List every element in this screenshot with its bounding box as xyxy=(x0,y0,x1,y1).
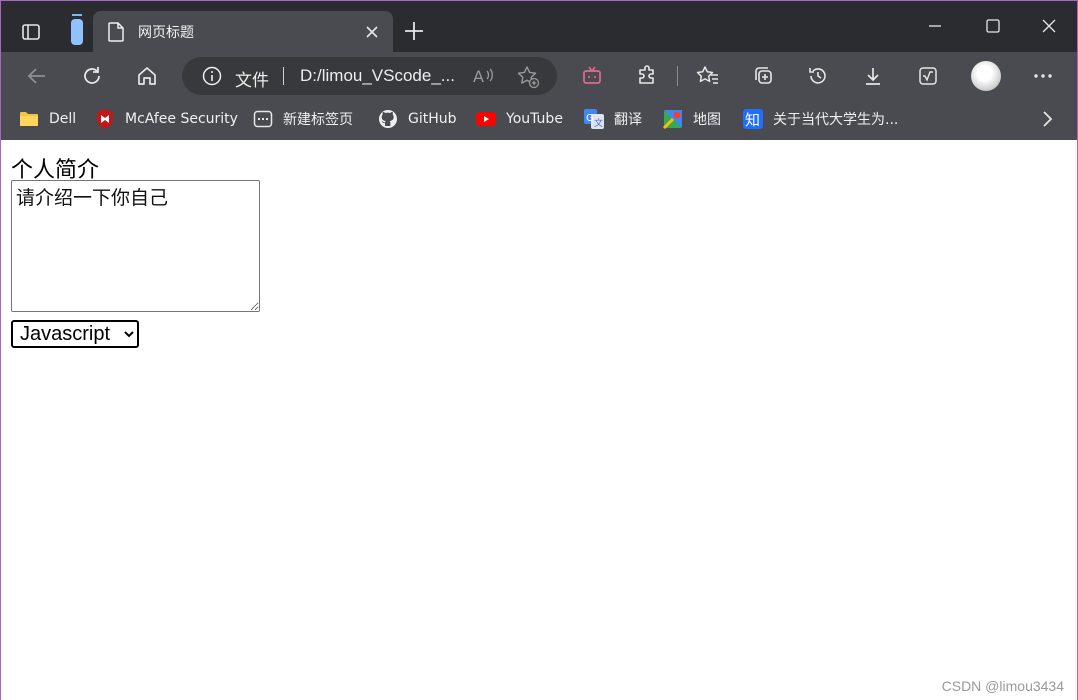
bookmark-dell[interactable]: Dell xyxy=(19,108,76,130)
bookmark-label: GitHub xyxy=(408,111,457,127)
folder-icon xyxy=(19,109,39,129)
language-select[interactable]: Javascript xyxy=(11,320,139,348)
read-aloud-icon[interactable]: A xyxy=(472,65,494,87)
bookmark-label: Dell xyxy=(49,111,77,127)
svg-text:文: 文 xyxy=(594,117,603,129)
mcafee-icon xyxy=(95,109,115,129)
tab-title: 网页标题 xyxy=(138,25,194,41)
bookmark-github[interactable]: GitHub xyxy=(378,108,457,130)
zhihu-icon: 知 xyxy=(743,109,763,129)
title-bar: 网页标题 xyxy=(1,1,1077,52)
bookmarks-bar: Dell McAfee Security 新建标签页 GitHub YouTub… xyxy=(1,98,1077,140)
browser-toolbar: 文件 D:/limou_VScode_... A xyxy=(1,52,1077,98)
tab-actions-menu-icon[interactable] xyxy=(15,16,47,48)
address-divider xyxy=(283,67,284,85)
history-icon[interactable] xyxy=(803,61,833,91)
new-tab-icon[interactable] xyxy=(401,18,427,44)
close-tab-icon[interactable] xyxy=(363,23,381,41)
bookmark-new-tab-page[interactable]: 新建标签页 xyxy=(253,108,353,130)
bookmark-label: 地图 xyxy=(693,112,721,128)
watermark: CSDN @limou3434 xyxy=(941,678,1064,694)
back-icon[interactable] xyxy=(22,61,52,91)
page-content: 个人简介 Javascript CSDN @limou3434 xyxy=(1,140,1077,700)
extensions-icon[interactable] xyxy=(632,61,662,91)
github-icon xyxy=(378,109,398,129)
active-tab[interactable]: 网页标题 xyxy=(93,11,393,52)
bookmark-label: YouTube xyxy=(506,111,563,127)
math-solver-icon[interactable] xyxy=(913,61,943,91)
page-icon xyxy=(107,22,125,42)
bookmark-label: 关于当代大学生为... xyxy=(773,112,899,128)
new-tab-page-icon xyxy=(253,109,273,129)
add-favorite-icon[interactable] xyxy=(516,65,540,89)
bookmark-translate[interactable]: G文 翻译 xyxy=(584,108,642,130)
svg-text:知: 知 xyxy=(745,111,760,129)
chevron-right-icon[interactable] xyxy=(1037,107,1057,131)
url-text[interactable]: D:/limou_VScode_... xyxy=(300,66,455,86)
refresh-icon[interactable] xyxy=(77,61,107,91)
translate-icon: G文 xyxy=(584,109,604,129)
bookmark-zhihu[interactable]: 知 关于当代大学生为... xyxy=(743,108,898,130)
address-bar[interactable]: 文件 D:/limou_VScode_... A xyxy=(182,57,557,95)
minimize-icon[interactable] xyxy=(919,11,951,41)
downloads-icon[interactable] xyxy=(858,61,888,91)
site-info-icon[interactable] xyxy=(202,66,222,86)
profile-avatar[interactable] xyxy=(971,61,1001,91)
site-type-label: 文件 xyxy=(235,71,269,91)
bookmark-label: McAfee Security xyxy=(125,111,238,127)
vertical-tabs-icon[interactable] xyxy=(65,13,89,47)
home-icon[interactable] xyxy=(132,61,162,91)
youtube-icon xyxy=(476,109,496,129)
svg-text:A: A xyxy=(473,67,484,86)
maximize-icon[interactable] xyxy=(977,11,1009,41)
maps-icon xyxy=(663,109,683,129)
more-menu-icon[interactable] xyxy=(1028,61,1058,91)
bookmark-label: 翻译 xyxy=(614,112,642,128)
favorites-icon[interactable] xyxy=(693,61,723,91)
intro-textarea[interactable] xyxy=(11,180,260,312)
close-window-icon[interactable] xyxy=(1033,11,1065,41)
bookmark-label: 新建标签页 xyxy=(283,112,353,128)
tv-extension-icon[interactable] xyxy=(577,61,607,91)
toolbar-divider xyxy=(677,66,678,86)
bookmark-mcafee[interactable]: McAfee Security xyxy=(95,108,238,130)
bookmark-youtube[interactable]: YouTube xyxy=(476,108,563,130)
collections-icon[interactable] xyxy=(748,61,778,91)
svg-text:G: G xyxy=(586,113,594,124)
bookmark-maps[interactable]: 地图 xyxy=(663,108,721,130)
